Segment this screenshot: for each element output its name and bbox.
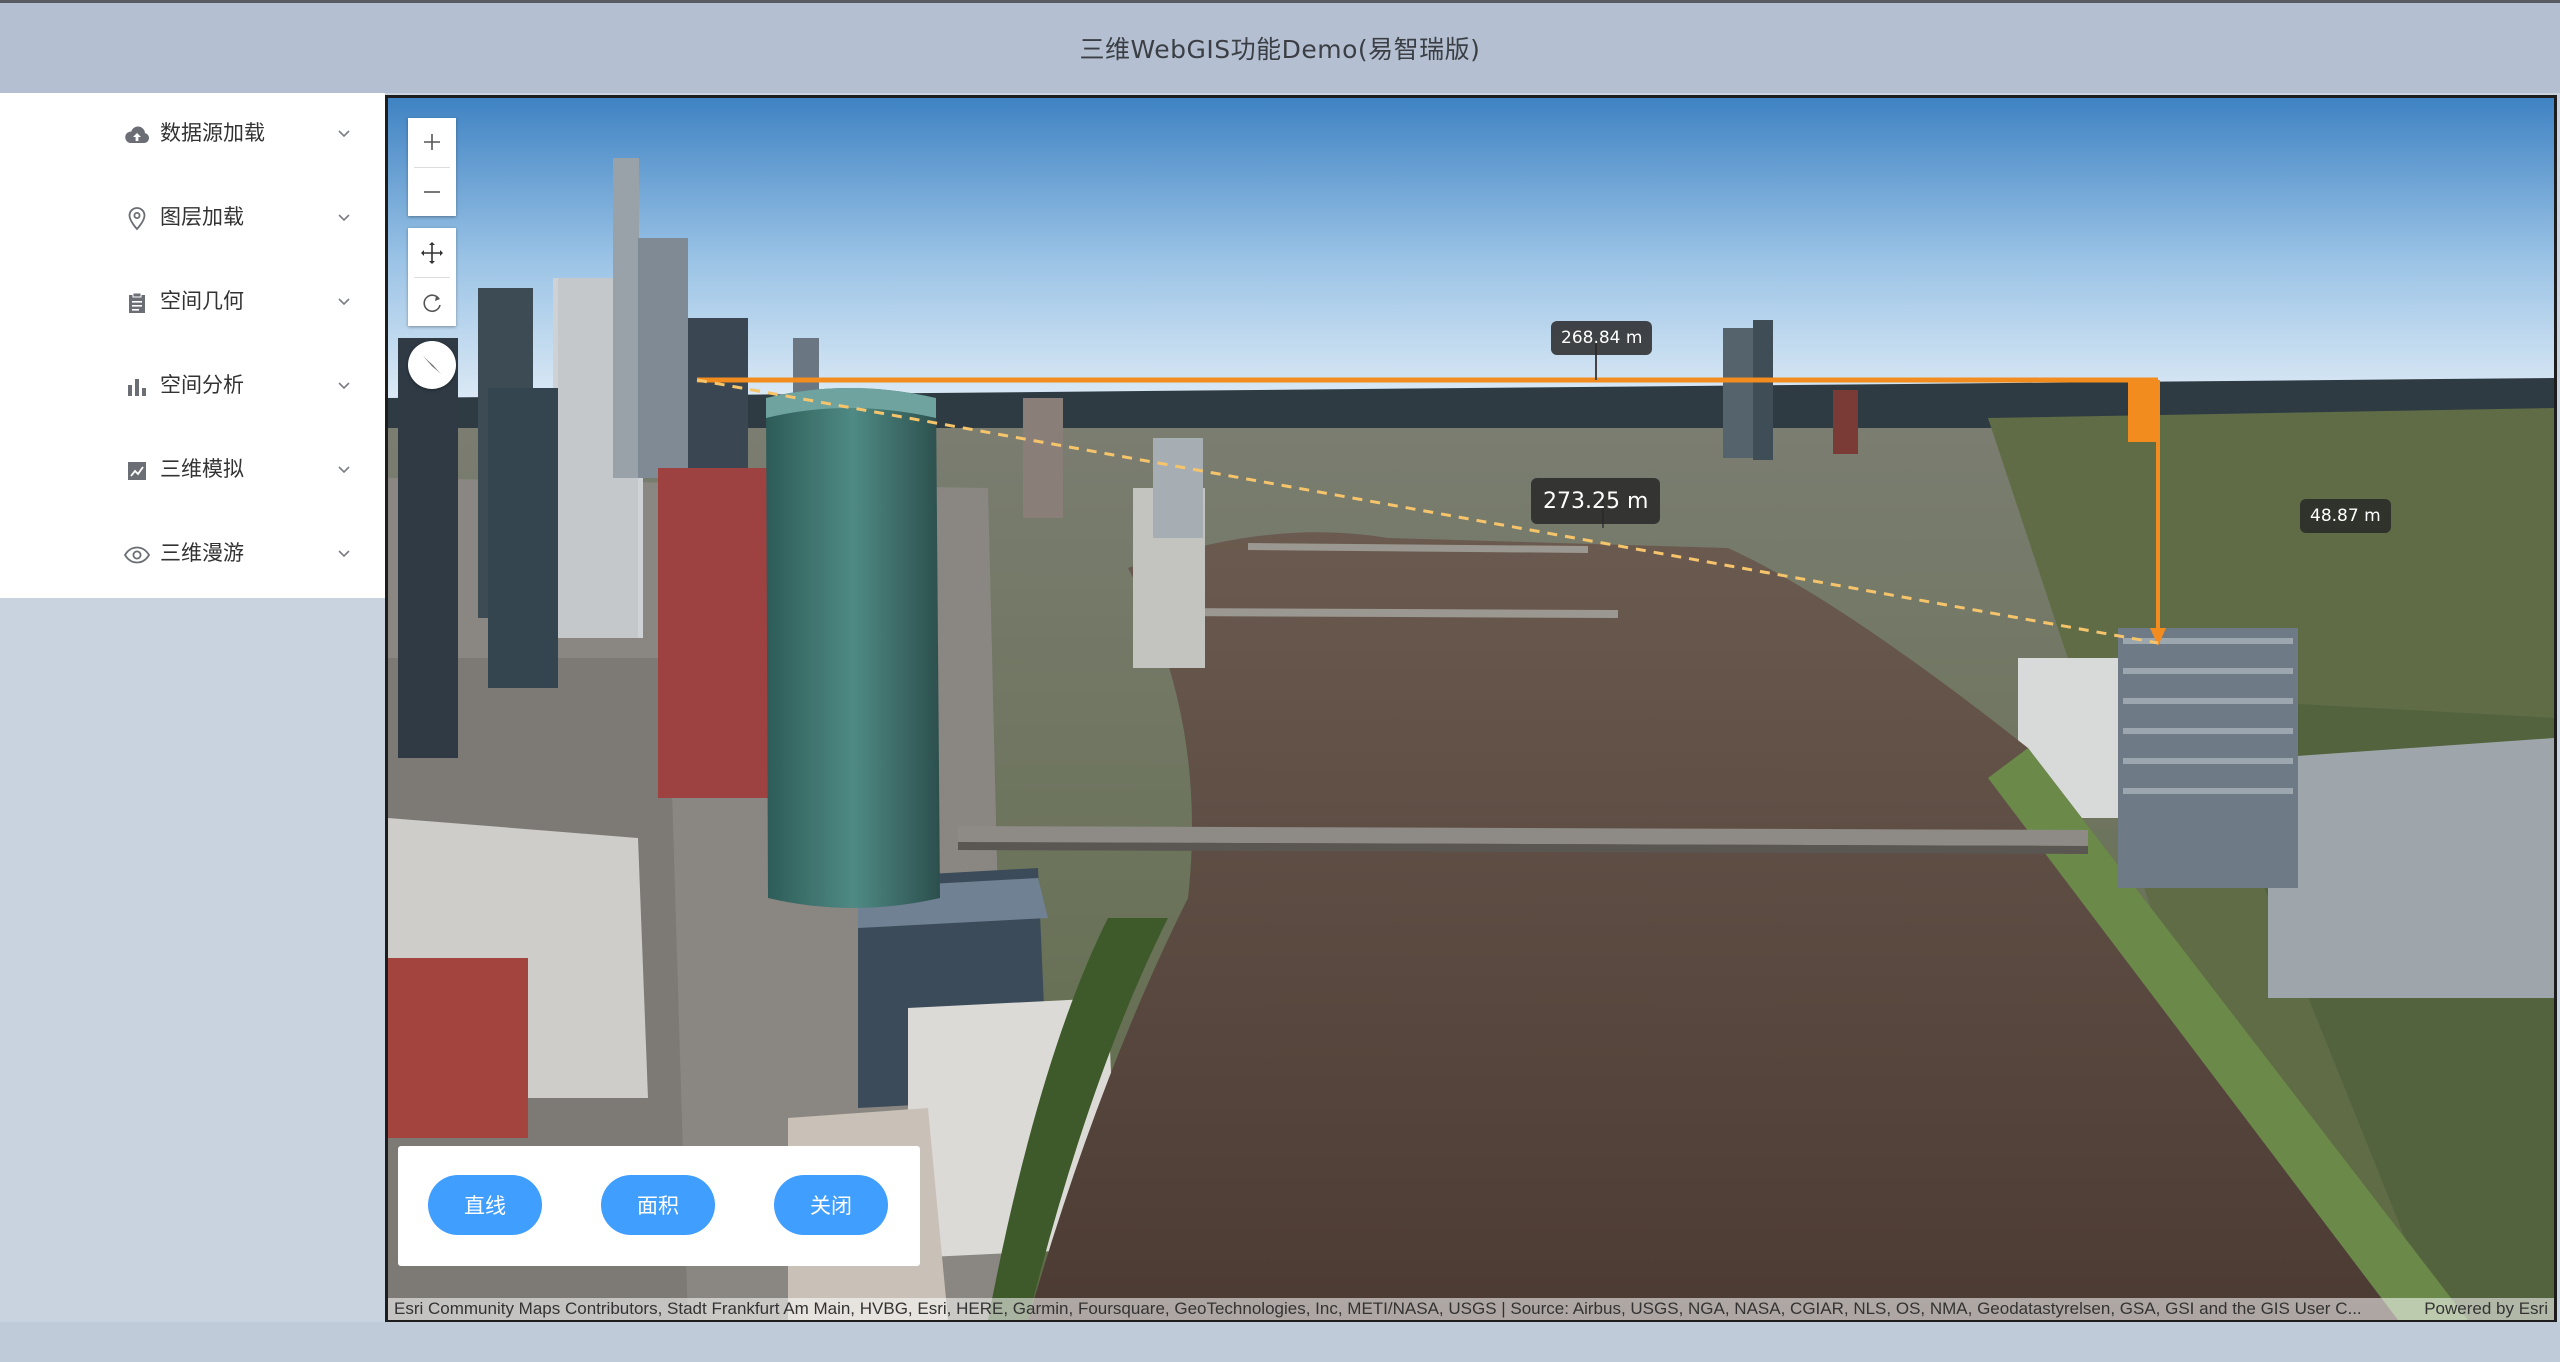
sidebar-item-layer-load[interactable]: 图层加载 [0, 177, 385, 261]
sidebar-item-label: 三维模拟 [160, 457, 244, 481]
chevron-down-icon [333, 459, 355, 481]
sidebar-item-3d-roaming[interactable]: 三维漫游 [0, 513, 385, 597]
pan-mode-button[interactable] [408, 228, 456, 277]
line-chart-icon [122, 456, 152, 486]
sidebar-item-data-source[interactable]: 数据源加载 [0, 93, 385, 177]
scene-view[interactable]: 268.84 m 273.25 m 48.87 m 直线 面积 关闭 Esri … [385, 95, 2557, 1323]
close-measure-button[interactable]: 关闭 [774, 1175, 888, 1235]
sidebar-menu: 数据源加载 图层加载 空间几何 空间分析 三维模拟 三维漫游 [0, 93, 385, 598]
sidebar-item-label: 空间几何 [160, 289, 244, 313]
rotate-icon [423, 293, 441, 312]
sidebar-item-spatial-analysis[interactable]: 空间分析 [0, 345, 385, 429]
sidebar-item-label: 数据源加载 [160, 121, 265, 145]
city-scene-rendering [388, 98, 2554, 1320]
zoom-in-button[interactable] [408, 118, 456, 166]
sidebar-item-3d-simulation[interactable]: 三维模拟 [0, 429, 385, 513]
zoom-out-button[interactable] [408, 168, 456, 216]
rotate-mode-button[interactable] [408, 277, 456, 326]
navigation-toggle [408, 228, 456, 326]
sidebar-item-label: 空间分析 [160, 373, 244, 397]
compass-icon [423, 356, 441, 374]
measure-tool-panel: 直线 面积 关闭 [398, 1146, 920, 1266]
cloud-upload-icon [122, 120, 152, 150]
area-measure-button[interactable]: 面积 [601, 1175, 715, 1235]
line-measure-button[interactable]: 直线 [428, 1175, 542, 1235]
chevron-down-icon [333, 543, 355, 565]
sidebar-item-spatial-geometry[interactable]: 空间几何 [0, 261, 385, 345]
map-pin-icon [122, 204, 152, 234]
pan-arrows-icon [421, 241, 443, 264]
app-header: 三维WebGIS功能Demo(易智瑞版) [0, 3, 2560, 93]
zoom-control [408, 118, 456, 216]
chevron-down-icon [333, 291, 355, 313]
eye-icon [122, 540, 152, 570]
horizontal-distance-label: 268.84 m [1551, 321, 1653, 355]
page-title: 三维WebGIS功能Demo(易智瑞版) [1079, 35, 1481, 64]
chevron-down-icon [333, 375, 355, 397]
direct-distance-label: 273.25 m [1531, 478, 1661, 524]
clipboard-icon [122, 288, 152, 318]
bottom-bar [0, 1322, 2560, 1362]
compass-button[interactable] [408, 341, 456, 389]
sidebar-item-label: 图层加载 [160, 205, 244, 229]
plus-icon [424, 134, 440, 150]
minus-icon [424, 191, 440, 193]
chevron-down-icon [333, 207, 355, 229]
attribution-text: Esri Community Maps Contributors, Stadt … [394, 1299, 2362, 1318]
map-attribution: Esri Community Maps Contributors, Stadt … [388, 1298, 2554, 1320]
bar-chart-icon [122, 372, 152, 402]
powered-by-link[interactable]: Powered by Esri [2424, 1298, 2548, 1320]
vertical-distance-label: 48.87 m [2300, 499, 2391, 533]
sidebar-item-label: 三维漫游 [160, 541, 244, 565]
chevron-down-icon [333, 123, 355, 145]
